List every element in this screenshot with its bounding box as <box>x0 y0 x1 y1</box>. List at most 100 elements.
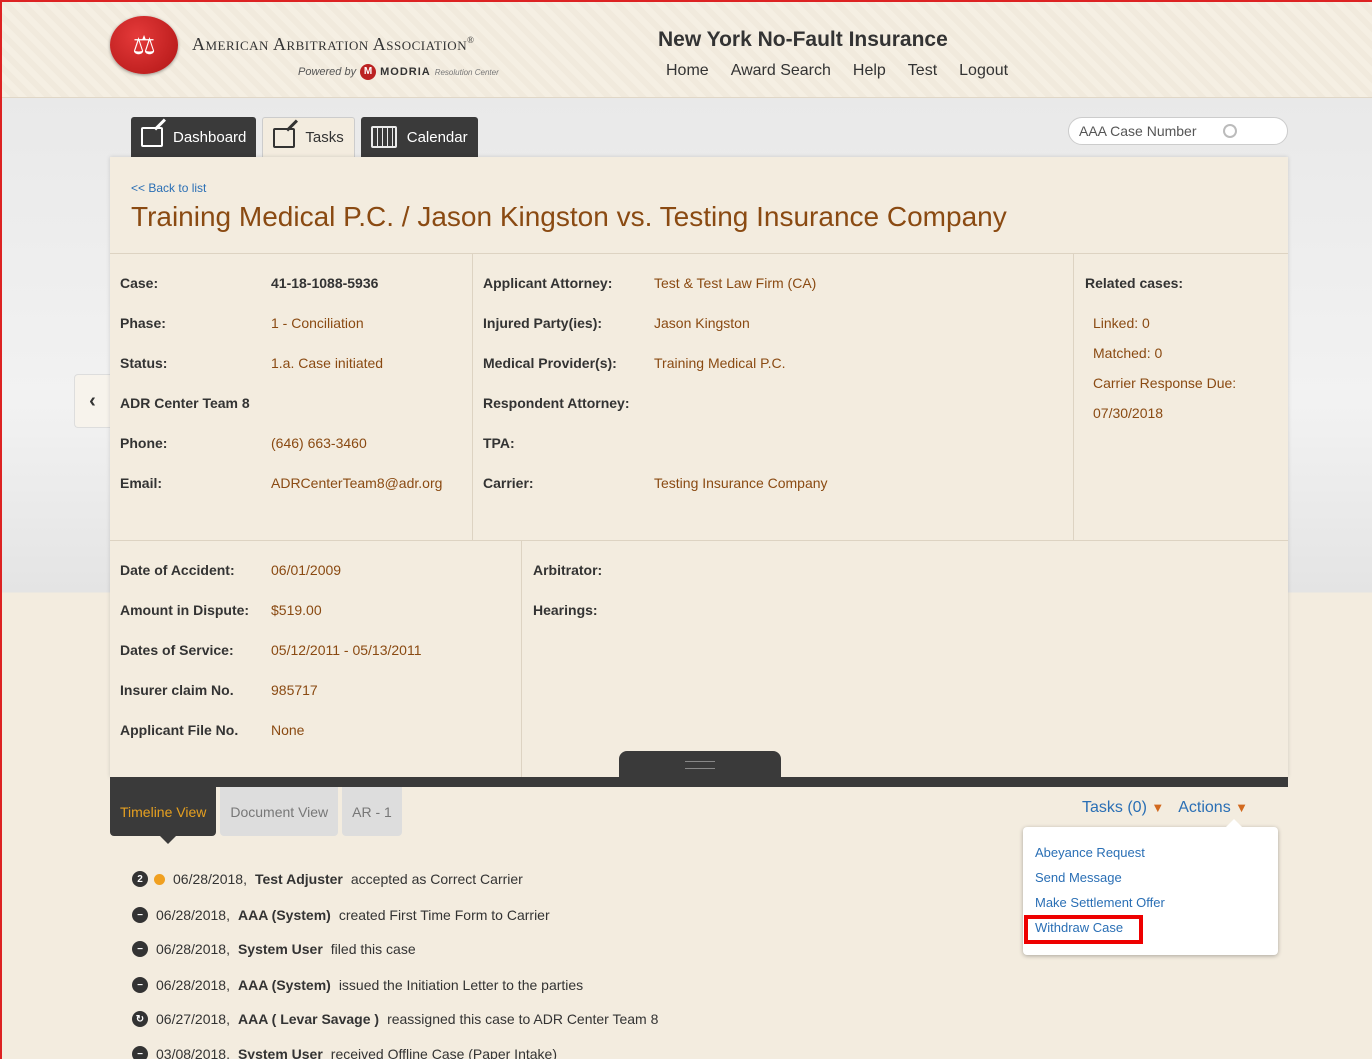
site-header: ⚖ American Arbitration Association® Powe… <box>2 2 1372 98</box>
carrier-row: Carrier: Testing Insurance Company <box>483 475 828 491</box>
divider <box>472 253 473 540</box>
timeline-actor: AAA ( Levar Savage ) <box>237 1011 380 1027</box>
phone-label: Phone: <box>120 435 168 451</box>
modria-logo-icon: M <box>360 64 377 80</box>
app-tabs: Dashboard Tasks Calendar <box>131 117 478 157</box>
menu-item-make-settlement-offer[interactable]: Make Settlement Offer <box>1035 895 1165 910</box>
timeline-item: ↻ 06/27/2018, AAA ( Levar Savage ) reass… <box>132 1011 658 1027</box>
phone-value: (646) 663-3460 <box>271 435 367 451</box>
case-number: 41-18-1088-5936 <box>271 275 379 291</box>
insurer-claim-label: Insurer claim No. <box>120 682 234 698</box>
timeline-actor: System User <box>237 941 323 957</box>
timeline-text: accepted as Correct Carrier <box>350 871 523 887</box>
medical-provider-row: Medical Provider(s): Training Medical P.C… <box>483 355 786 371</box>
team-row: ADR Center Team 8 <box>120 395 250 411</box>
expand-icon[interactable]: − <box>132 907 148 923</box>
date-of-accident-label: Date of Accident: <box>120 562 235 578</box>
menu-item-send-message[interactable]: Send Message <box>1035 870 1122 885</box>
tab-dashboard[interactable]: Dashboard <box>131 117 257 157</box>
tab-calendar[interactable]: Calendar <box>360 117 478 157</box>
expand-icon[interactable]: − <box>132 977 148 993</box>
insurer-claim-row: Insurer claim No. 985717 <box>120 682 318 698</box>
menu-item-abeyance-request[interactable]: Abeyance Request <box>1035 845 1145 860</box>
timeline-actor: System User <box>237 1046 323 1059</box>
applicant-attorney-label: Applicant Attorney: <box>483 275 613 291</box>
timeline-actor: AAA (System) <box>237 907 331 923</box>
tab-tasks[interactable]: Tasks <box>262 117 355 157</box>
arbitrator-label: Arbitrator: <box>533 562 603 578</box>
date-of-accident-value: 06/01/2009 <box>271 562 342 578</box>
chevron-left-icon: ‹ <box>89 389 96 412</box>
actions-dropdown[interactable]: Actions ▼ <box>1178 799 1248 817</box>
timeline-date: 06/28/2018, <box>173 871 247 887</box>
edit-icon <box>141 127 163 147</box>
phase-label: Phase: <box>120 315 166 331</box>
carrier-value: Testing Insurance Company <box>654 475 828 491</box>
reg-mark: ® <box>467 35 475 45</box>
amount-in-dispute-row: Amount in Dispute: $519.00 <box>120 602 322 618</box>
timeline-actor: Test Adjuster <box>254 871 343 887</box>
expand-icon[interactable]: − <box>132 1046 148 1059</box>
calendar-icon <box>370 126 397 148</box>
nav-test[interactable]: Test <box>908 62 937 80</box>
tasks-dropdown[interactable]: Tasks (0) ▼ <box>1082 799 1164 817</box>
powered-by: Powered by M MODRIA Resolution Center <box>298 64 499 80</box>
timeline-date: 06/28/2018, <box>156 941 230 957</box>
phone-row: Phone: (646) 663-3460 <box>120 435 367 451</box>
carrier-due-date: 07/30/2018 <box>1093 405 1164 421</box>
search-icon[interactable] <box>1223 124 1237 138</box>
applicant-file-label: Applicant File No. <box>120 722 239 738</box>
nav-help[interactable]: Help <box>853 62 886 80</box>
timeline-item: − 03/08/2018, System User received Offli… <box>132 1046 557 1059</box>
divider <box>110 253 1288 254</box>
matched-count[interactable]: Matched: 0 <box>1093 345 1162 361</box>
tab-document-view[interactable]: Document View <box>220 787 339 836</box>
powered-sub: Resolution Center <box>434 67 499 77</box>
email-row: Email: ADRCenterTeam8@adr.org <box>120 475 442 491</box>
timeline-actor: AAA (System) <box>237 977 331 993</box>
applicant-attorney-value: Test & Test Law Firm (CA) <box>654 275 817 291</box>
timeline-date: 06/28/2018, <box>156 977 230 993</box>
timeline-item: − 06/28/2018, AAA (System) issued the In… <box>132 977 583 993</box>
edit-icon <box>273 127 296 148</box>
back-to-list-link[interactable]: << Back to list <box>131 181 206 195</box>
reassign-icon[interactable]: ↻ <box>132 1011 148 1027</box>
timeline-text: issued the Initiation Letter to the part… <box>338 977 584 993</box>
amount-in-dispute-value: $519.00 <box>271 602 322 618</box>
case-number-input[interactable] <box>1079 118 1229 144</box>
case-number-search <box>1068 117 1288 145</box>
timeline-item: − 06/28/2018, System User filed this cas… <box>132 941 416 957</box>
site-title: New York No-Fault Insurance <box>658 28 948 51</box>
divider <box>110 540 1288 541</box>
tab-calendar-label: Calendar <box>406 128 468 146</box>
status-label: Status: <box>120 355 168 371</box>
applicant-attorney-row: Applicant Attorney: Test & Test Law Firm … <box>483 275 816 291</box>
dates-of-service-row: Dates of Service: 05/12/2011 - 05/13/2011 <box>120 642 422 658</box>
team-label: ADR Center Team 8 <box>120 395 250 411</box>
case-title: Training Medical P.C. / Jason Kingston v… <box>131 201 1007 232</box>
amount-in-dispute-label: Amount in Dispute: <box>120 602 250 618</box>
tab-dashboard-label: Dashboard <box>173 128 247 146</box>
drawer-handle[interactable] <box>619 751 781 777</box>
nav-award-search[interactable]: Award Search <box>731 62 831 80</box>
nav-home[interactable]: Home <box>666 62 709 80</box>
tab-timeline-view[interactable]: Timeline View <box>110 787 217 844</box>
timeline-text: created First Time Form to Carrier <box>338 907 550 923</box>
tab-tasks-label: Tasks <box>305 129 344 146</box>
count-badge[interactable]: 2 <box>132 871 148 887</box>
nav-logout[interactable]: Logout <box>959 62 1008 80</box>
collapse-sidebar-button[interactable]: ‹ <box>74 374 110 428</box>
expand-icon[interactable]: − <box>132 941 148 957</box>
tpa-row: TPA: <box>483 435 654 451</box>
date-of-accident-row: Date of Accident: 06/01/2009 <box>120 562 341 578</box>
applicant-file-row: Applicant File No. None <box>120 722 304 738</box>
timeline-text: received Offline Case (Paper Intake) <box>330 1046 557 1059</box>
divider <box>521 540 522 777</box>
case-row: Case: 41-18-1088-5936 <box>120 275 378 291</box>
linked-count[interactable]: Linked: 0 <box>1093 315 1150 331</box>
page-frame: ⚖ American Arbitration Association® Powe… <box>0 0 1372 1059</box>
insurer-claim-value: 985717 <box>271 682 318 698</box>
aaa-seal-logo[interactable]: ⚖ <box>110 16 178 74</box>
tab-ar-1[interactable]: AR - 1 <box>342 787 402 836</box>
email-value[interactable]: ADRCenterTeam8@adr.org <box>271 475 442 491</box>
